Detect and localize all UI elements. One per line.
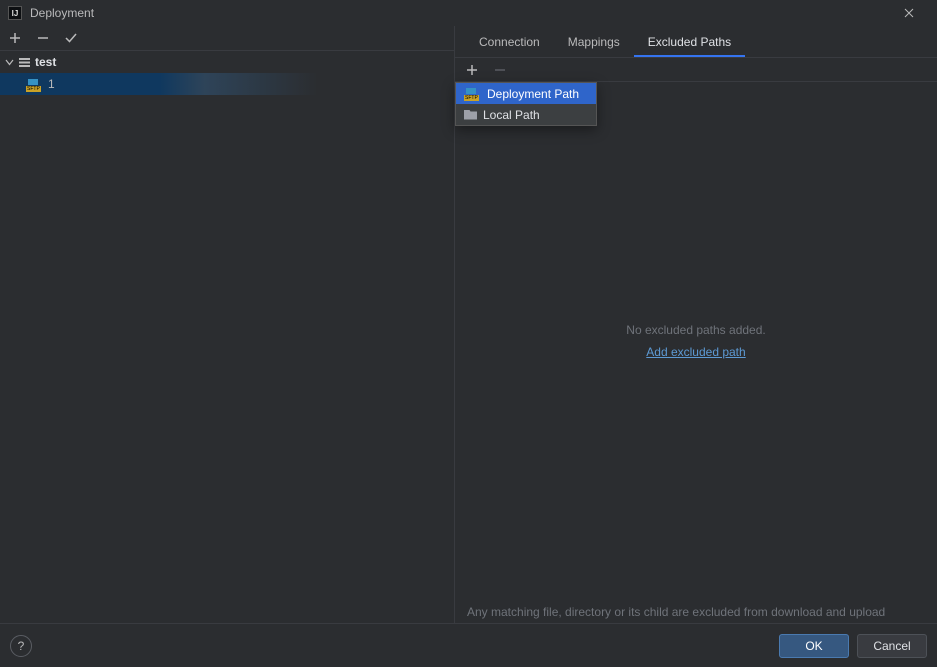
- close-button[interactable]: [889, 0, 929, 26]
- servers-tree[interactable]: test 1: [0, 50, 454, 623]
- sftp-icon: [26, 79, 40, 90]
- servers-panel: test 1: [0, 26, 455, 623]
- menu-deployment-path[interactable]: Deployment Path: [456, 83, 596, 104]
- dialog-body: test 1 Connection Mappings Excluded Path…: [0, 26, 937, 623]
- tab-connection[interactable]: Connection: [465, 29, 554, 57]
- excluded-toolbar: Deployment Path Local Path: [455, 58, 937, 82]
- empty-message: No excluded paths added.: [626, 323, 765, 337]
- dialog-footer: ? OK Cancel: [0, 623, 937, 667]
- sftp-icon: [464, 88, 478, 99]
- close-icon: [904, 8, 914, 18]
- plus-icon: [466, 64, 478, 76]
- menu-label: Deployment Path: [487, 87, 579, 101]
- menu-label: Local Path: [483, 108, 540, 122]
- settings-panel: Connection Mappings Excluded Paths Deplo…: [455, 26, 937, 623]
- add-excluded-path-link[interactable]: Add excluded path: [646, 345, 745, 359]
- tabs-bar: Connection Mappings Excluded Paths: [455, 26, 937, 58]
- excluded-paths-empty: No excluded paths added. Add excluded pa…: [455, 82, 937, 599]
- deployment-dialog: IJ Deployment: [0, 0, 937, 667]
- plus-icon: [9, 32, 21, 44]
- server-label: 1: [48, 77, 55, 91]
- group-icon: [18, 57, 31, 68]
- cancel-button[interactable]: Cancel: [857, 634, 927, 658]
- group-label: test: [35, 55, 56, 69]
- app-icon: IJ: [8, 6, 22, 20]
- collapse-icon[interactable]: [4, 57, 14, 67]
- folder-icon: [464, 110, 477, 120]
- tab-excluded-paths[interactable]: Excluded Paths: [634, 29, 745, 57]
- minus-icon: [494, 64, 506, 76]
- server-row[interactable]: 1: [0, 73, 454, 95]
- menu-local-path[interactable]: Local Path: [456, 104, 596, 125]
- add-server-button[interactable]: [6, 29, 24, 47]
- help-button[interactable]: ?: [10, 635, 32, 657]
- titlebar: IJ Deployment: [0, 0, 937, 26]
- minus-icon: [37, 32, 49, 44]
- remove-excluded-button[interactable]: [491, 61, 509, 79]
- servers-toolbar: [0, 26, 454, 50]
- hint-text: Any matching file, directory or its chil…: [455, 599, 937, 623]
- tab-mappings[interactable]: Mappings: [554, 29, 634, 57]
- footer-buttons: OK Cancel: [779, 634, 927, 658]
- remove-server-button[interactable]: [34, 29, 52, 47]
- ok-button[interactable]: OK: [779, 634, 849, 658]
- add-excluded-button[interactable]: [463, 61, 481, 79]
- set-default-button[interactable]: [62, 29, 80, 47]
- window-title: Deployment: [30, 6, 881, 20]
- check-icon: [64, 32, 78, 44]
- server-group-row[interactable]: test: [0, 51, 454, 73]
- add-path-popup: Deployment Path Local Path: [455, 82, 597, 126]
